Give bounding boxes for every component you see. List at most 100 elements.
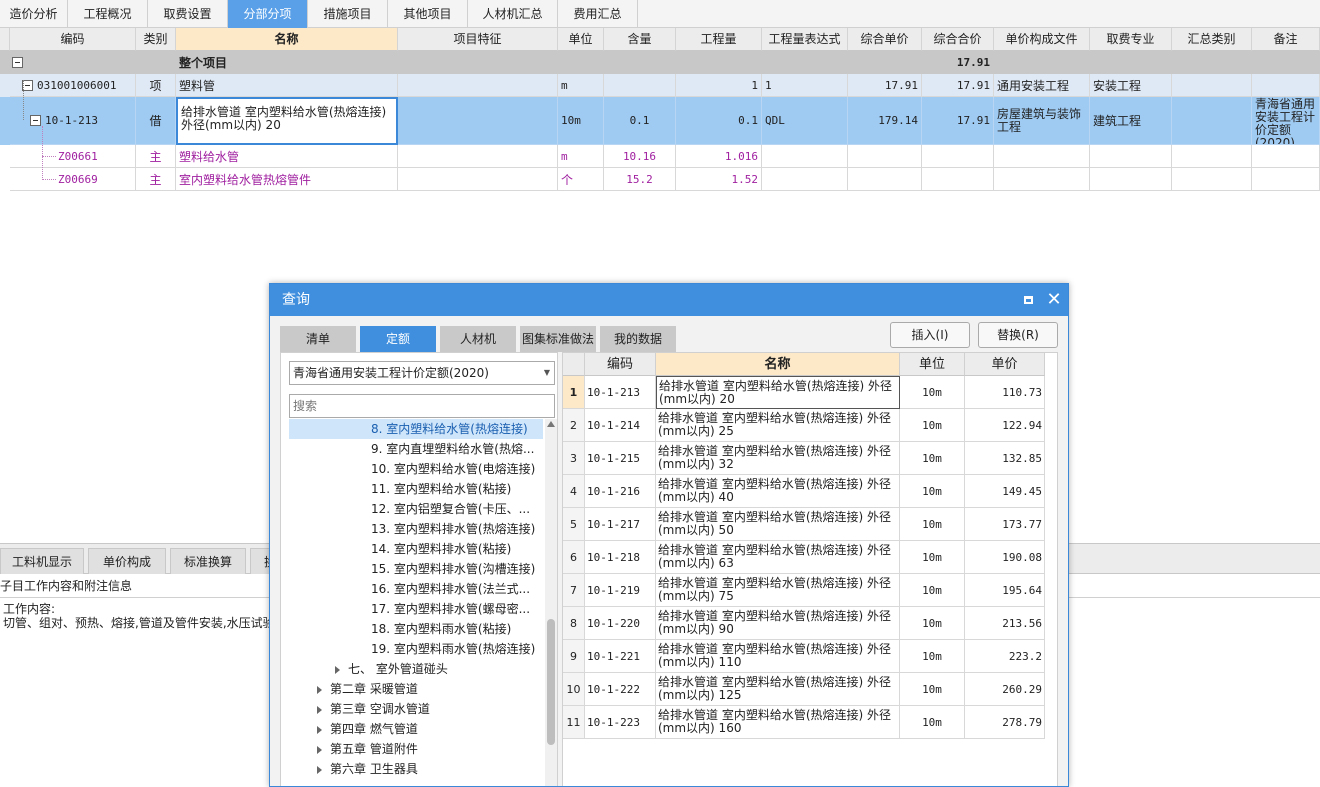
row-content[interactable]: 10.16 (604, 145, 676, 168)
row-quantity[interactable]: 1.52 (676, 168, 762, 191)
results-col-unit[interactable]: 单位 (900, 353, 965, 376)
row-remark[interactable] (1252, 168, 1320, 191)
row-remark[interactable]: 青海省通用安装工程计价定额(2020) (1252, 97, 1320, 145)
col-header-code[interactable]: 编码 (10, 28, 136, 51)
row-fee-specialty[interactable]: 安装工程 (1090, 74, 1172, 97)
table-row[interactable]: Z00661 主 塑料给水管 m 10.16 1.016 (0, 145, 1320, 168)
row-quantity[interactable]: 1 (676, 74, 762, 97)
expand-arrow-icon[interactable] (317, 725, 322, 734)
table-row-selected[interactable]: 10-1-213 借 给排水管道 室内塑料给水管(热熔连接) 外径(mm以内) … (0, 97, 1320, 145)
tree-item[interactable]: 七、 室外管道碰头 (289, 659, 543, 679)
col-header-summary-category[interactable]: 汇总类别 (1172, 28, 1252, 51)
tree-item[interactable]: 9. 室内直埋塑料给水管(热熔... (289, 439, 543, 459)
row-quantity[interactable]: 0.1 (676, 97, 762, 145)
row-content[interactable]: 0.1 (604, 97, 676, 145)
tab-labor-material-summary[interactable]: 人材机汇总 (468, 0, 558, 28)
expand-arrow-icon[interactable] (317, 685, 322, 694)
col-header-price-file[interactable]: 单价构成文件 (994, 28, 1090, 51)
row-summary-category[interactable] (1172, 145, 1252, 168)
whole-project-row[interactable]: 整个项目 17.91 (0, 51, 1320, 74)
tree-item[interactable]: 16. 室内塑料排水管(法兰式... (289, 579, 543, 599)
tree-scrollbar-thumb[interactable] (547, 619, 555, 745)
maximize-icon[interactable] (1018, 284, 1038, 316)
chevron-down-icon[interactable]: ▼ (544, 362, 550, 384)
result-row[interactable]: 10 10-1-222 给排水管道 室内塑料给水管(热熔连接) 外径(mm以内) 1… (563, 673, 1045, 706)
replace-button[interactable]: 替换(R) (978, 322, 1058, 348)
tab-other-items[interactable]: 其他项目 (388, 0, 468, 28)
tree-scrollbar[interactable] (545, 419, 557, 786)
row-feature[interactable] (398, 145, 558, 168)
row-feature[interactable] (398, 74, 558, 97)
tab-labor-material-display[interactable]: 工料机显示 (0, 548, 84, 574)
row-unit[interactable]: m (558, 145, 604, 168)
row-expression[interactable] (762, 168, 848, 191)
row-unit[interactable]: m (558, 74, 604, 97)
quota-library-select[interactable]: 青海省通用安装工程计价定额(2020) ▼ (289, 361, 555, 385)
results-col-code[interactable]: 编码 (585, 353, 656, 376)
result-row[interactable]: 3 10-1-215 给排水管道 室内塑料给水管(热熔连接) 外径(mm以内) 32… (563, 442, 1045, 475)
tree-item[interactable]: 11. 室内塑料给水管(粘接) (289, 479, 543, 499)
tree-item[interactable]: 19. 室内塑料雨水管(热熔连接) (289, 639, 543, 659)
result-row[interactable]: 8 10-1-220 给排水管道 室内塑料给水管(热熔连接) 外径(mm以内) 90… (563, 607, 1045, 640)
row-name-editing[interactable]: 给排水管道 室内塑料给水管(热熔连接) 外径(mm以内) 20 (176, 97, 398, 145)
col-header-expression[interactable]: 工程量表达式 (762, 28, 848, 51)
col-header-fee-specialty[interactable]: 取费专业 (1090, 28, 1172, 51)
col-header-unit-price[interactable]: 综合单价 (848, 28, 922, 51)
tree-item[interactable]: 第四章 燃气管道 (289, 719, 543, 739)
quota-search-input[interactable]: 搜索 (289, 394, 555, 418)
col-header-feature[interactable]: 项目特征 (398, 28, 558, 51)
row-summary-category[interactable] (1172, 74, 1252, 97)
tree-item[interactable]: 18. 室内塑料雨水管(粘接) (289, 619, 543, 639)
tree-item[interactable]: 12. 室内铝塑复合管(卡压、... (289, 499, 543, 519)
tree-item[interactable]: 8. 室内塑料给水管(热熔连接) (289, 419, 543, 439)
row-expression[interactable] (762, 145, 848, 168)
col-header-name[interactable]: 名称 (176, 28, 398, 51)
tab-sub-items[interactable]: 分部分项 (228, 0, 308, 28)
dialog-tab-labor-material[interactable]: 人材机 (440, 326, 516, 352)
collapse-icon[interactable] (12, 56, 23, 68)
row-feature[interactable] (398, 97, 558, 145)
results-col-price[interactable]: 单价 (965, 353, 1045, 376)
table-row[interactable]: Z00669 主 室内塑料给水管热熔管件 个 15.2 1.52 (0, 168, 1320, 191)
tree-item[interactable]: 13. 室内塑料排水管(热熔连接) (289, 519, 543, 539)
row-price-file[interactable]: 通用安装工程 (994, 74, 1090, 97)
close-icon[interactable]: ✕ (1044, 284, 1064, 316)
result-row[interactable]: 6 10-1-218 给排水管道 室内塑料给水管(热熔连接) 外径(mm以内) 63… (563, 541, 1045, 574)
tree-item[interactable]: 第六章 卫生器具 (289, 759, 543, 779)
tree-item[interactable]: 10. 室内塑料给水管(电熔连接) (289, 459, 543, 479)
result-row[interactable]: 4 10-1-216 给排水管道 室内塑料给水管(热熔连接) 外径(mm以内) 40… (563, 475, 1045, 508)
result-row[interactable]: 5 10-1-217 给排水管道 室内塑料给水管(热熔连接) 外径(mm以内) 50… (563, 508, 1045, 541)
row-fee-specialty[interactable]: 建筑工程 (1090, 97, 1172, 145)
col-header-unit[interactable]: 单位 (558, 28, 604, 51)
tab-fee-settings[interactable]: 取费设置 (148, 0, 228, 28)
row-content[interactable] (604, 74, 676, 97)
expand-arrow-icon[interactable] (317, 765, 322, 774)
row-summary-category[interactable] (1172, 168, 1252, 191)
scroll-up-icon[interactable] (547, 421, 555, 427)
col-header-remark[interactable]: 备注 (1252, 28, 1320, 51)
row-fee-specialty[interactable] (1090, 145, 1172, 168)
expand-arrow-icon[interactable] (317, 705, 322, 714)
row-price-file[interactable] (994, 145, 1090, 168)
tab-measures[interactable]: 措施项目 (308, 0, 388, 28)
result-row[interactable]: 11 10-1-223 给排水管道 室内塑料给水管(热熔连接) 外径(mm以内) 1… (563, 706, 1045, 739)
row-unit[interactable]: 个 (558, 168, 604, 191)
col-header-content[interactable]: 含量 (604, 28, 676, 51)
result-row[interactable]: 9 10-1-221 给排水管道 室内塑料给水管(热熔连接) 外径(mm以内) 11… (563, 640, 1045, 673)
result-row[interactable]: 1 10-1-213 给排水管道 室内塑料给水管(热熔连接) 外径(mm以内) 20… (563, 376, 1045, 409)
row-name[interactable]: 室内塑料给水管热熔管件 (176, 168, 398, 191)
row-unit[interactable]: 10m (558, 97, 604, 145)
tree-item[interactable]: 第二章 采暖管道 (289, 679, 543, 699)
row-price-file[interactable]: 房屋建筑与装饰工程 (994, 97, 1090, 145)
tree-item[interactable]: 17. 室内塑料排水管(螺母密... (289, 599, 543, 619)
row-feature[interactable] (398, 168, 558, 191)
row-price-file[interactable] (994, 168, 1090, 191)
row-fee-specialty[interactable] (1090, 168, 1172, 191)
tab-fee-summary[interactable]: 费用汇总 (558, 0, 638, 28)
row-name[interactable]: 塑料管 (176, 74, 398, 97)
results-col-name[interactable]: 名称 (656, 353, 900, 376)
row-summary-category[interactable] (1172, 97, 1252, 145)
result-row[interactable]: 2 10-1-214 给排水管道 室内塑料给水管(热熔连接) 外径(mm以内) 25… (563, 409, 1045, 442)
row-quantity[interactable]: 1.016 (676, 145, 762, 168)
row-name[interactable]: 塑料给水管 (176, 145, 398, 168)
